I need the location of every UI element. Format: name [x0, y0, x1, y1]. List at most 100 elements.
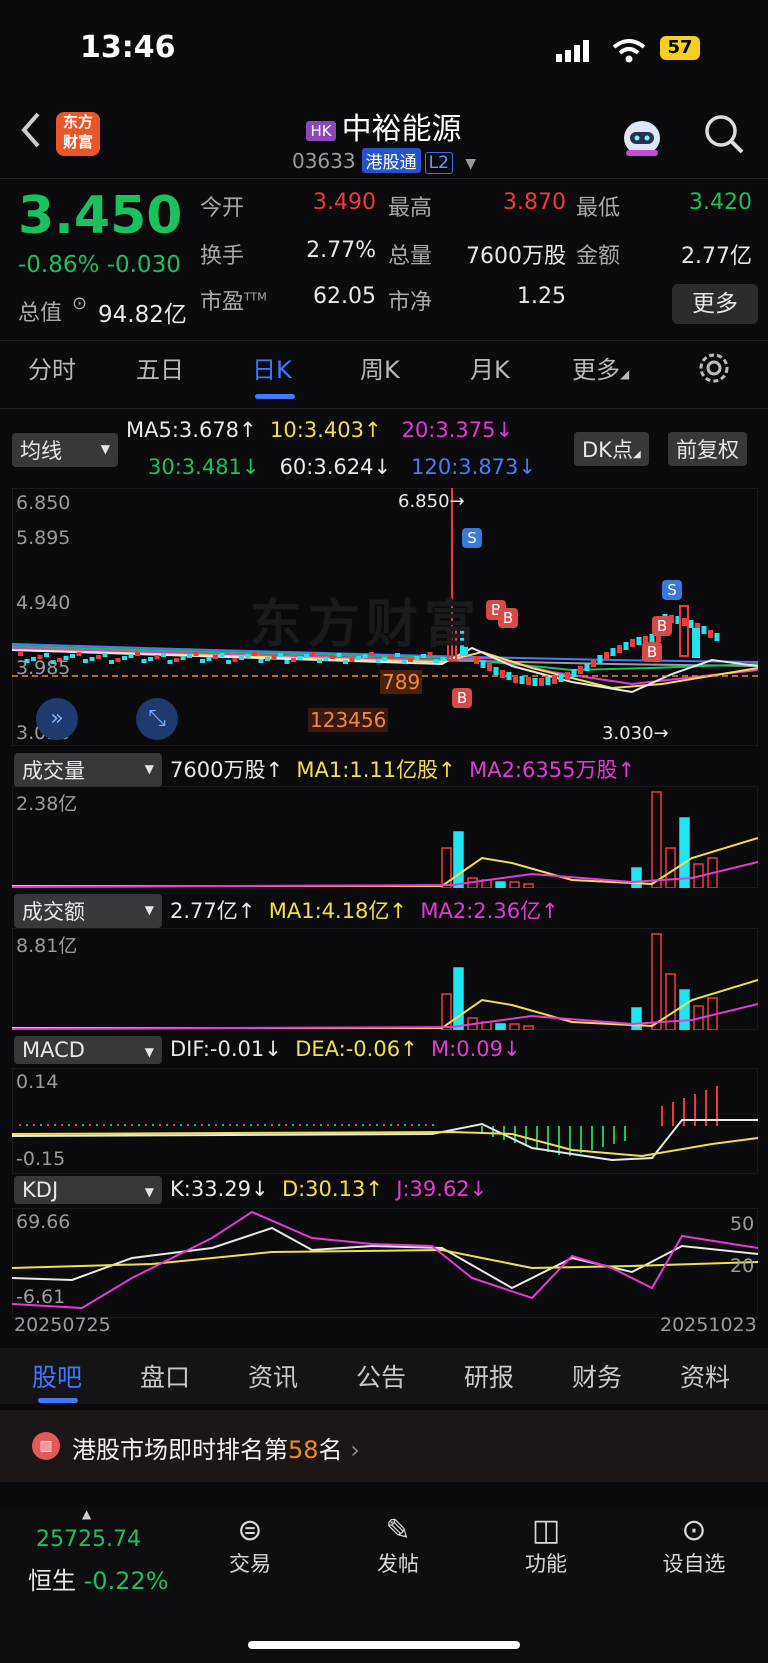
settings-icon[interactable] [698, 352, 730, 390]
macd-bottom-label: -0.15 [16, 1148, 66, 1170]
macd-selector-label: MACD [22, 1038, 85, 1062]
more-button[interactable]: 更多 [672, 284, 758, 324]
tab-intraday[interactable]: 分时 [28, 350, 76, 385]
tab-news[interactable]: 资讯 [248, 1358, 298, 1394]
index-change: -0.22% [83, 1567, 169, 1595]
tab-monthly-k[interactable]: 月K [470, 350, 510, 385]
volume-ma2: MA2:6355万股 [469, 758, 618, 782]
active-tab-indicator [38, 1398, 78, 1403]
robot-assistant-icon[interactable] [618, 112, 666, 164]
candle [83, 659, 88, 663]
candle [76, 652, 82, 656]
grid-icon: ◫ [531, 1513, 561, 1548]
volume-selector[interactable]: 成交量 ▼ [14, 753, 162, 787]
tab-research[interactable]: 研报 [464, 1358, 514, 1394]
candle [679, 605, 689, 657]
tab-forum[interactable]: 股吧 [32, 1358, 82, 1394]
tab-weekly-k[interactable]: 周K [360, 350, 400, 385]
candle [291, 658, 296, 662]
tab-5day[interactable]: 五日 [136, 350, 184, 385]
amount-selector[interactable]: 成交额 ▼ [14, 894, 162, 928]
candle [545, 677, 551, 685]
low-marker: 3.030→ [602, 723, 669, 744]
rank-text: 港股市场即时排名第58名 › [72, 1430, 360, 1465]
dk-point-button[interactable]: DK点◢ [574, 432, 649, 466]
chevron-right-icon: › [350, 1436, 360, 1464]
quote-value: 3.870 [503, 190, 566, 215]
nav-functions[interactable]: ◫ 功能 [496, 1513, 596, 1578]
candle [401, 660, 407, 664]
home-indicator [248, 1641, 520, 1649]
amount-ma1: MA1:4.18亿 [268, 899, 390, 923]
ma-selector[interactable]: 均线 ▼ [12, 433, 118, 467]
kdj-values: K:33.29↓ D:30.13↑ J:39.62↓ [170, 1177, 488, 1201]
tab-more[interactable]: 更多◢ [572, 350, 629, 385]
rank-prefix: 港股市场即时排名第 [72, 1436, 288, 1464]
adjust-button[interactable]: 前复权 [668, 432, 747, 466]
tab-announcements[interactable]: 公告 [356, 1358, 406, 1394]
tab-profile[interactable]: 资料 [680, 1358, 730, 1394]
search-icon[interactable] [702, 112, 746, 160]
tab-financials[interactable]: 财务 [572, 1358, 622, 1394]
candle [558, 674, 564, 682]
wifi-icon [612, 38, 646, 68]
candle [708, 630, 713, 638]
volume-bar [523, 883, 534, 888]
nav-post[interactable]: ✎ 发帖 [348, 1513, 448, 1578]
signal-marker-label: B [503, 609, 513, 627]
macd-selector[interactable]: MACD ▼ [14, 1036, 162, 1064]
candle [591, 659, 596, 667]
ma1-line [12, 979, 758, 1029]
candle [688, 620, 694, 628]
candle [180, 656, 186, 660]
quote-value: 3.420 [689, 190, 752, 215]
k-line [12, 1226, 758, 1290]
market-rank-banner[interactable]: ▥ 港股市场即时排名第58名 › [0, 1410, 768, 1482]
quote-value: 2.77% [306, 238, 376, 263]
signal-icon [556, 40, 592, 66]
info-icon[interactable]: ⊙ [72, 293, 87, 314]
candle [610, 648, 616, 656]
quote-label: 今开 [200, 196, 245, 221]
nav-watchlist[interactable]: ⊙ 设自选 [644, 1513, 744, 1578]
candle [141, 659, 147, 663]
tab-daily-k[interactable]: 日K [252, 350, 292, 385]
candle [565, 672, 570, 680]
volume-chart [12, 786, 758, 888]
expand-icon[interactable]: » [36, 698, 78, 740]
market-cap-label: 总值 [18, 301, 63, 326]
candle [239, 656, 244, 660]
kdj-chart [12, 1208, 758, 1318]
candle [18, 652, 23, 656]
index-line[interactable]: 恒生 -0.22% [28, 1561, 169, 1596]
fullscreen-icon[interactable]: ⤡ [136, 698, 178, 740]
macd-m: M:0.09 [431, 1037, 503, 1061]
quote-label: 最低 [576, 196, 621, 221]
candle [408, 658, 413, 662]
volume-value: 7600万股 [170, 758, 266, 782]
amount-chart [12, 928, 758, 1030]
signal-marker-label: S [667, 581, 677, 599]
candle [193, 652, 199, 656]
candle [578, 666, 583, 674]
volume-bar [523, 1025, 534, 1030]
candle [174, 658, 179, 662]
candle [232, 658, 238, 662]
chart-frame [12, 786, 758, 888]
amount-max-label: 8.81亿 [16, 935, 78, 957]
macd-values: DIF:-0.01↓ DEA:-0.06↑ M:0.09↓ [170, 1037, 521, 1061]
macd-chart [12, 1068, 758, 1174]
signal-marker-label: B [647, 643, 657, 661]
candle [206, 657, 212, 661]
active-tab-indicator [255, 394, 295, 399]
ma10-value: 10:3.403 [270, 418, 364, 442]
kdj-selector[interactable]: KDJ ▼ [14, 1176, 162, 1204]
tab-orderbook[interactable]: 盘口 [140, 1358, 190, 1394]
ma1-line [12, 837, 758, 887]
candle [513, 675, 518, 683]
candle [349, 658, 355, 662]
nav-trade[interactable]: ⊜ 交易 [200, 1513, 300, 1578]
tab-more-label: 更多 [572, 356, 620, 384]
index-value[interactable]: 25725.74 [36, 1527, 141, 1552]
volume-bar [509, 881, 520, 888]
